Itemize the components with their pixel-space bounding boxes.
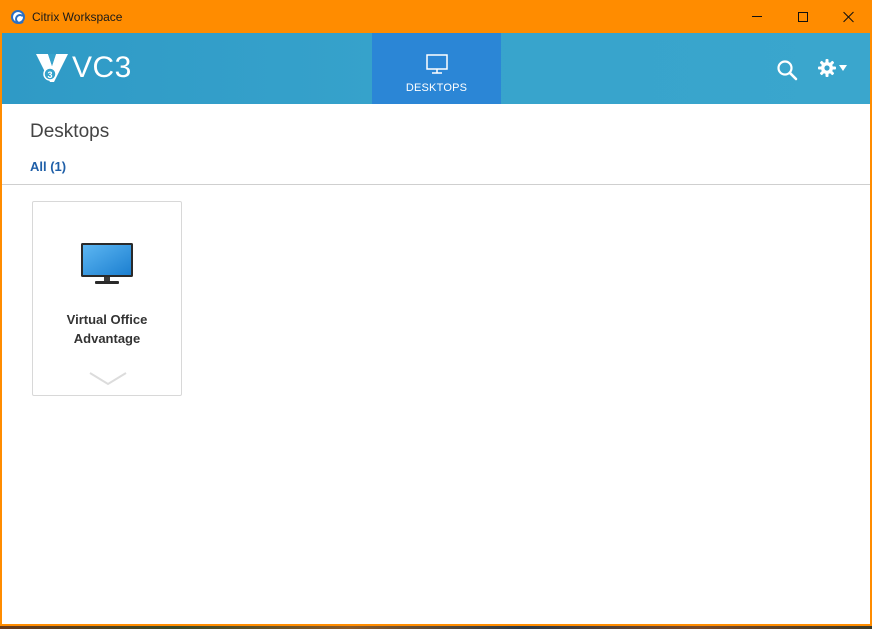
tab-desktops[interactable]: DESKTOPS: [372, 33, 501, 104]
divider: [2, 184, 870, 185]
vc3-logo-badge: 3: [47, 70, 52, 80]
window-title: Citrix Workspace: [32, 9, 123, 24]
window-controls: [734, 0, 872, 33]
page-title: Desktops: [30, 121, 110, 142]
citrix-workspace-window: Citrix Workspace 3 VC3 DESKTOPS Desktops…: [0, 0, 872, 626]
chevron-down-icon: [839, 65, 847, 71]
chevron-down-icon[interactable]: [89, 372, 127, 386]
monitor-icon: [425, 54, 448, 74]
monitor-icon: [81, 243, 133, 284]
filter-all-link[interactable]: All (1): [30, 159, 66, 174]
vc3-logo-icon: 3: [36, 54, 68, 82]
desktop-tile[interactable]: Virtual Office Advantage: [32, 201, 182, 396]
search-icon: [777, 60, 798, 81]
maximize-button[interactable]: [780, 0, 826, 33]
minimize-icon: [752, 16, 762, 17]
close-button[interactable]: [826, 0, 872, 33]
maximize-icon: [798, 11, 808, 22]
vc3-logo-text: VC3: [72, 51, 132, 84]
title-bar[interactable]: Citrix Workspace: [0, 0, 872, 33]
gear-icon: [818, 59, 836, 77]
vc3-logo: 3 VC3: [34, 50, 132, 86]
app-header: 3 VC3 DESKTOPS: [2, 33, 870, 104]
desktop-tile-name: Virtual Office Advantage: [66, 312, 148, 346]
citrix-app-icon: [11, 9, 25, 24]
settings-button[interactable]: [817, 58, 849, 78]
minimize-button[interactable]: [734, 0, 780, 33]
tab-desktops-label: DESKTOPS: [405, 82, 468, 94]
search-button[interactable]: [776, 59, 798, 81]
close-icon: [843, 11, 855, 23]
